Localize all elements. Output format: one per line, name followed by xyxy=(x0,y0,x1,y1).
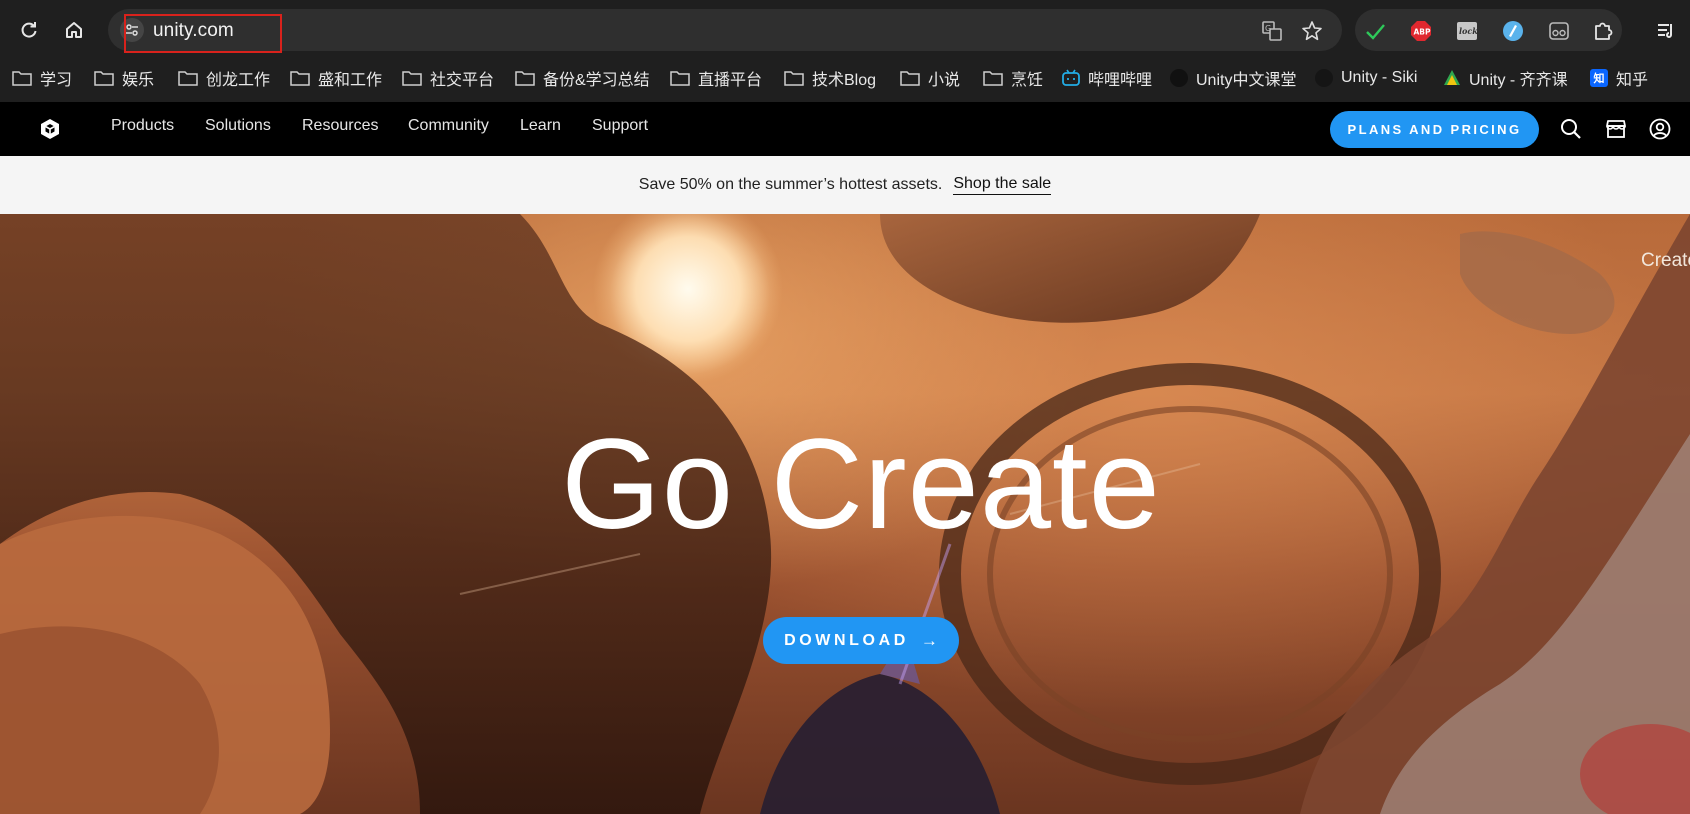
bookmark-folder[interactable]: 烹饪 xyxy=(983,66,1043,90)
hero-section: Go Create DOWNLOAD → Create xyxy=(0,214,1690,814)
translate-icon[interactable]: G xyxy=(1260,19,1284,43)
bookmark-folder[interactable]: 盛和工作 xyxy=(290,66,382,90)
hero-title: Go Create xyxy=(561,413,1161,556)
bookmark-folder[interactable]: 备份&学习总结 xyxy=(515,66,650,90)
folder-icon xyxy=(670,70,690,86)
url-highlight-box xyxy=(124,14,282,53)
check-extension-icon[interactable] xyxy=(1363,19,1387,43)
promo-text: Save 50% on the summer’s hottest assets. xyxy=(638,176,943,193)
bookmark-star-icon[interactable] xyxy=(1300,19,1324,43)
arrow-right-icon: → xyxy=(920,630,938,650)
nav-products[interactable]: Products xyxy=(111,117,174,135)
svg-text:G: G xyxy=(1265,24,1271,33)
hero-side-text: Create xyxy=(1641,250,1690,271)
nav-community[interactable]: Community xyxy=(408,117,489,135)
reading-list-button[interactable] xyxy=(1650,14,1682,46)
bilibili-icon xyxy=(1062,69,1080,87)
reload-icon xyxy=(21,22,37,38)
bookmark-unity-cn[interactable]: Unity中文课堂 xyxy=(1170,66,1296,90)
bookmark-folder[interactable]: 社交平台 xyxy=(402,66,494,90)
bookmarks-bar: 学习 娱乐 创龙工作 盛和工作 社交平台 备份&学习总结 直播平台 技术Blog… xyxy=(0,60,1690,96)
reader-extension-icon[interactable] xyxy=(1547,19,1571,43)
extensions-puzzle-icon[interactable] xyxy=(1591,19,1615,43)
siki-icon xyxy=(1315,69,1333,87)
bookmark-folder[interactable]: 技术Blog xyxy=(784,66,876,90)
folder-icon xyxy=(515,70,535,86)
svg-text:ABP: ABP xyxy=(1414,28,1432,37)
unity-logo-icon[interactable] xyxy=(38,117,62,141)
bookmark-folder[interactable]: 娱乐 xyxy=(94,66,154,90)
bookmark-folder[interactable]: 创龙工作 xyxy=(178,66,270,90)
browser-toolbar: unity.com G ABP lock xyxy=(0,0,1690,58)
plans-and-pricing-button[interactable]: PLANS AND PRICING xyxy=(1330,111,1539,148)
folder-icon xyxy=(402,70,422,86)
bookmark-folder[interactable]: 直播平台 xyxy=(670,66,762,90)
site-header: Products Solutions Resources Community L… xyxy=(0,102,1690,156)
zhihu-icon: 知 xyxy=(1590,69,1608,87)
shop-the-sale-link[interactable]: Shop the sale xyxy=(953,175,1052,195)
nav-support[interactable]: Support xyxy=(592,117,648,135)
reload-button[interactable] xyxy=(13,14,45,46)
adblock-plus-icon[interactable]: ABP xyxy=(1409,19,1433,43)
folder-icon xyxy=(12,70,32,86)
bookmark-folder[interactable]: 小说 xyxy=(900,66,960,90)
folder-icon xyxy=(784,70,804,86)
reading-list-icon xyxy=(1658,24,1672,38)
promo-banner: Save 50% on the summer’s hottest assets.… xyxy=(0,156,1690,214)
download-label: DOWNLOAD xyxy=(784,631,909,649)
folder-icon xyxy=(290,70,310,86)
svg-text:lock: lock xyxy=(1459,26,1478,36)
bookmark-bilibili[interactable]: 哔哩哔哩 xyxy=(1062,66,1152,90)
nav-learn[interactable]: Learn xyxy=(520,117,561,135)
nav-solutions[interactable]: Solutions xyxy=(205,117,271,135)
folder-icon xyxy=(983,70,1003,86)
browser-chrome: unity.com G ABP lock 学习 娱乐 创龙工作 盛和工作 社交平… xyxy=(0,0,1690,102)
bookmark-unity-qiqi[interactable]: Unity - 齐齐课 xyxy=(1443,66,1568,90)
extensions-bar: ABP lock xyxy=(1355,9,1622,51)
search-icon[interactable] xyxy=(1558,116,1584,142)
folder-icon xyxy=(178,70,198,86)
download-button[interactable]: DOWNLOAD → xyxy=(763,617,959,664)
home-button[interactable] xyxy=(58,14,90,46)
store-icon[interactable] xyxy=(1603,116,1629,142)
bookmark-folder[interactable]: 学习 xyxy=(12,66,72,90)
vpn-extension-icon[interactable] xyxy=(1501,19,1525,43)
qiqi-icon xyxy=(1443,69,1461,87)
address-bar[interactable]: unity.com G xyxy=(108,9,1342,51)
folder-icon xyxy=(94,70,114,86)
home-icon xyxy=(66,22,82,38)
unity-cn-icon xyxy=(1170,69,1188,87)
account-icon[interactable] xyxy=(1647,116,1673,142)
bookmark-unity-siki[interactable]: Unity - Siki xyxy=(1315,66,1417,90)
bookmark-zhihu[interactable]: 知知乎 xyxy=(1590,66,1648,90)
nav-resources[interactable]: Resources xyxy=(302,117,378,135)
folder-icon xyxy=(900,70,920,86)
lock-extension-icon[interactable]: lock xyxy=(1455,19,1479,43)
